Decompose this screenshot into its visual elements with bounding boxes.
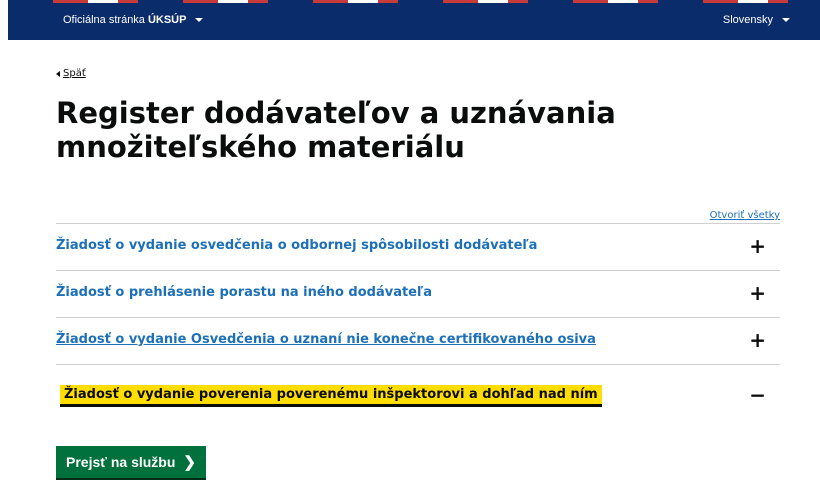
plus-icon[interactable]: + <box>749 328 766 352</box>
language-selector[interactable]: Slovensky <box>723 14 790 26</box>
header-stripes <box>8 0 820 3</box>
start-service-label: Prejsť na službu <box>66 454 176 470</box>
back-link[interactable]: Späť <box>56 68 86 79</box>
accordion-heading[interactable]: Žiadosť o vydanie osvedčenia o odbornej … <box>56 238 537 253</box>
chevron-right-icon: ❯ <box>183 454 196 471</box>
official-prefix: Oficiálna stránka <box>63 14 145 26</box>
back-link-label: Späť <box>63 68 86 79</box>
page-title: Register dodávateľov a uznávania množite… <box>56 96 616 164</box>
plus-icon[interactable]: + <box>749 234 766 258</box>
accordion: Žiadosť o vydanie osvedčenia o odbornej … <box>56 223 780 417</box>
government-header: Oficiálna stránka ÚKSÚP Slovensky <box>8 0 820 40</box>
accordion-heading[interactable]: Žiadosť o vydanie Osvedčenia o uznaní ni… <box>56 332 596 347</box>
chevron-down-icon <box>195 18 204 22</box>
minus-icon[interactable]: − <box>749 383 766 407</box>
chevron-down-icon <box>782 18 790 22</box>
accordion-section[interactable]: Žiadosť o vydanie Osvedčenia o uznaní ni… <box>56 317 780 364</box>
accordion-section[interactable]: Žiadosť o prehlásenie porastu na iného d… <box>56 270 780 317</box>
back-arrow-icon <box>56 70 60 77</box>
language-label: Slovensky <box>722 14 773 26</box>
official-org: ÚKSÚP <box>147 14 187 26</box>
open-all-link[interactable]: Otvoriť všetky <box>710 210 780 221</box>
accordion-section-expanded[interactable]: Žiadosť o vydanie poverenia poverenému i… <box>56 364 780 417</box>
official-site-toggle[interactable]: Oficiálna stránka ÚKSÚP <box>63 14 204 26</box>
accordion-section[interactable]: Žiadosť o vydanie osvedčenia o odbornej … <box>56 223 780 270</box>
start-service-button[interactable]: Prejsť na službu ❯ <box>56 446 206 478</box>
plus-icon[interactable]: + <box>749 281 766 305</box>
accordion-heading-focused[interactable]: Žiadosť o vydanie poverenia poverenému i… <box>60 385 602 404</box>
accordion-heading[interactable]: Žiadosť o prehlásenie porastu na iného d… <box>56 285 432 300</box>
